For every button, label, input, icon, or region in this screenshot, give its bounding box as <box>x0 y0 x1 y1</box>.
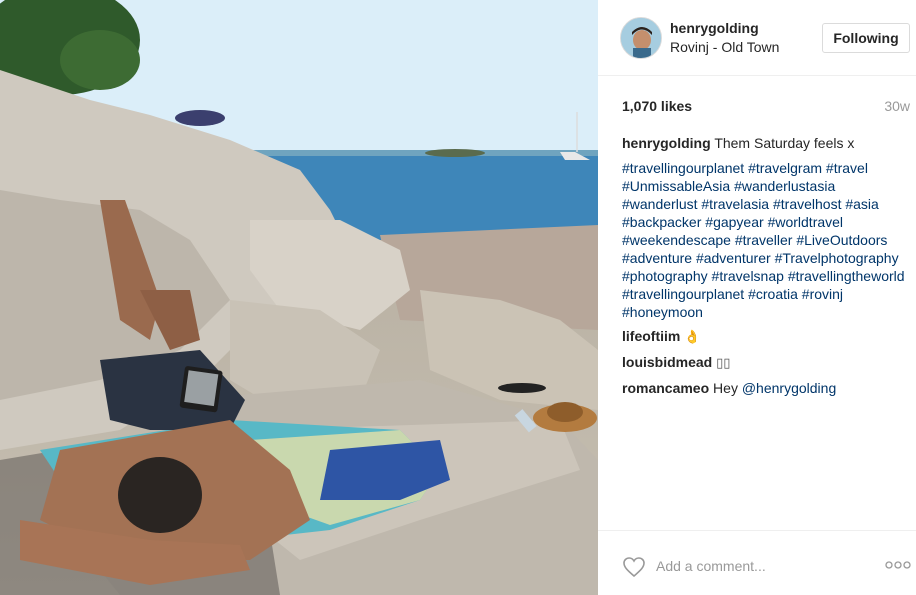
heart-outline-icon[interactable] <box>622 556 646 578</box>
hashtag-link[interactable]: #travelgram <box>748 160 822 176</box>
mention-link[interactable]: @henrygolding <box>742 380 836 396</box>
comments-list: henrygolding Them Saturday feels x #trav… <box>622 134 912 404</box>
hashtag-link[interactable]: #weekendescape <box>622 232 731 248</box>
hashtag-link[interactable]: #travellingourplanet <box>622 160 744 176</box>
comment-text: 👌 <box>684 329 701 344</box>
hashtag-link[interactable]: #travellingtheworld <box>788 268 905 284</box>
caption-author[interactable]: henrygolding <box>622 135 711 151</box>
hashtag-link[interactable]: #UnmissableAsia <box>622 178 730 194</box>
comment-text: ▯▯ <box>716 355 731 370</box>
post-location[interactable]: Rovinj - Old Town <box>670 39 779 55</box>
hashtag-link[interactable]: #rovinj <box>802 286 843 302</box>
hashtag-link[interactable]: #traveller <box>735 232 793 248</box>
caption-hashtags: #travellingourplanet #travelgram #travel… <box>622 159 912 321</box>
hashtag-link[interactable]: #travel <box>826 160 868 176</box>
hashtag-link[interactable]: #photography <box>622 268 708 284</box>
hashtag-link[interactable]: #adventure <box>622 250 692 266</box>
more-dots-icon[interactable] <box>884 557 912 573</box>
hashtag-link[interactable]: #Travelphotography <box>775 250 899 266</box>
comment-item: louisbidmead ▯▯ <box>622 353 912 372</box>
post-username[interactable]: henrygolding <box>670 20 759 36</box>
comment-author[interactable]: lifeoftiim <box>622 328 680 344</box>
hashtag-link[interactable]: #honeymoon <box>622 304 703 320</box>
hashtag-link[interactable]: #asia <box>845 196 878 212</box>
hashtag-link[interactable]: #backpacker <box>622 214 701 230</box>
post-footer <box>598 530 916 595</box>
hashtag-link[interactable]: #travellingourplanet <box>622 286 744 302</box>
likes-count[interactable]: 1,070 likes <box>622 98 692 114</box>
comment-author[interactable]: romancameo <box>622 380 709 396</box>
post-details-panel: henrygolding Rovinj - Old Town Following… <box>598 0 916 595</box>
following-button[interactable]: Following <box>822 23 910 53</box>
hashtag-link[interactable]: #travelhost <box>773 196 841 212</box>
post-header: henrygolding Rovinj - Old Town Following <box>598 0 916 76</box>
hashtag-link[interactable]: #wanderlust <box>622 196 698 212</box>
comment-item: romancameo Hey @henrygolding <box>622 379 912 397</box>
hashtag-link[interactable]: #adventurer <box>696 250 771 266</box>
comment-item: lifeoftiim 👌 <box>622 327 912 346</box>
add-comment-input[interactable] <box>656 555 856 577</box>
hashtag-link[interactable]: #travelsnap <box>712 268 784 284</box>
caption-text: Them Saturday feels x <box>714 135 855 151</box>
post-time[interactable]: 30w <box>884 98 910 114</box>
caption: henrygolding Them Saturday feels x <box>622 134 912 152</box>
hashtag-link[interactable]: #wanderlustasia <box>734 178 835 194</box>
hashtag-link[interactable]: #travelasia <box>701 196 769 212</box>
post-photo[interactable] <box>0 0 598 595</box>
comment-text: Hey <box>713 380 742 396</box>
avatar-image <box>621 18 661 58</box>
comment-author[interactable]: louisbidmead <box>622 354 712 370</box>
beach-scene-image <box>0 0 598 595</box>
hashtag-link[interactable]: #LiveOutdoors <box>796 232 887 248</box>
avatar[interactable] <box>620 17 662 59</box>
hashtag-link[interactable]: #croatia <box>748 286 798 302</box>
hashtag-link[interactable]: #worldtravel <box>768 214 843 230</box>
hashtag-link[interactable]: #gapyear <box>705 214 763 230</box>
